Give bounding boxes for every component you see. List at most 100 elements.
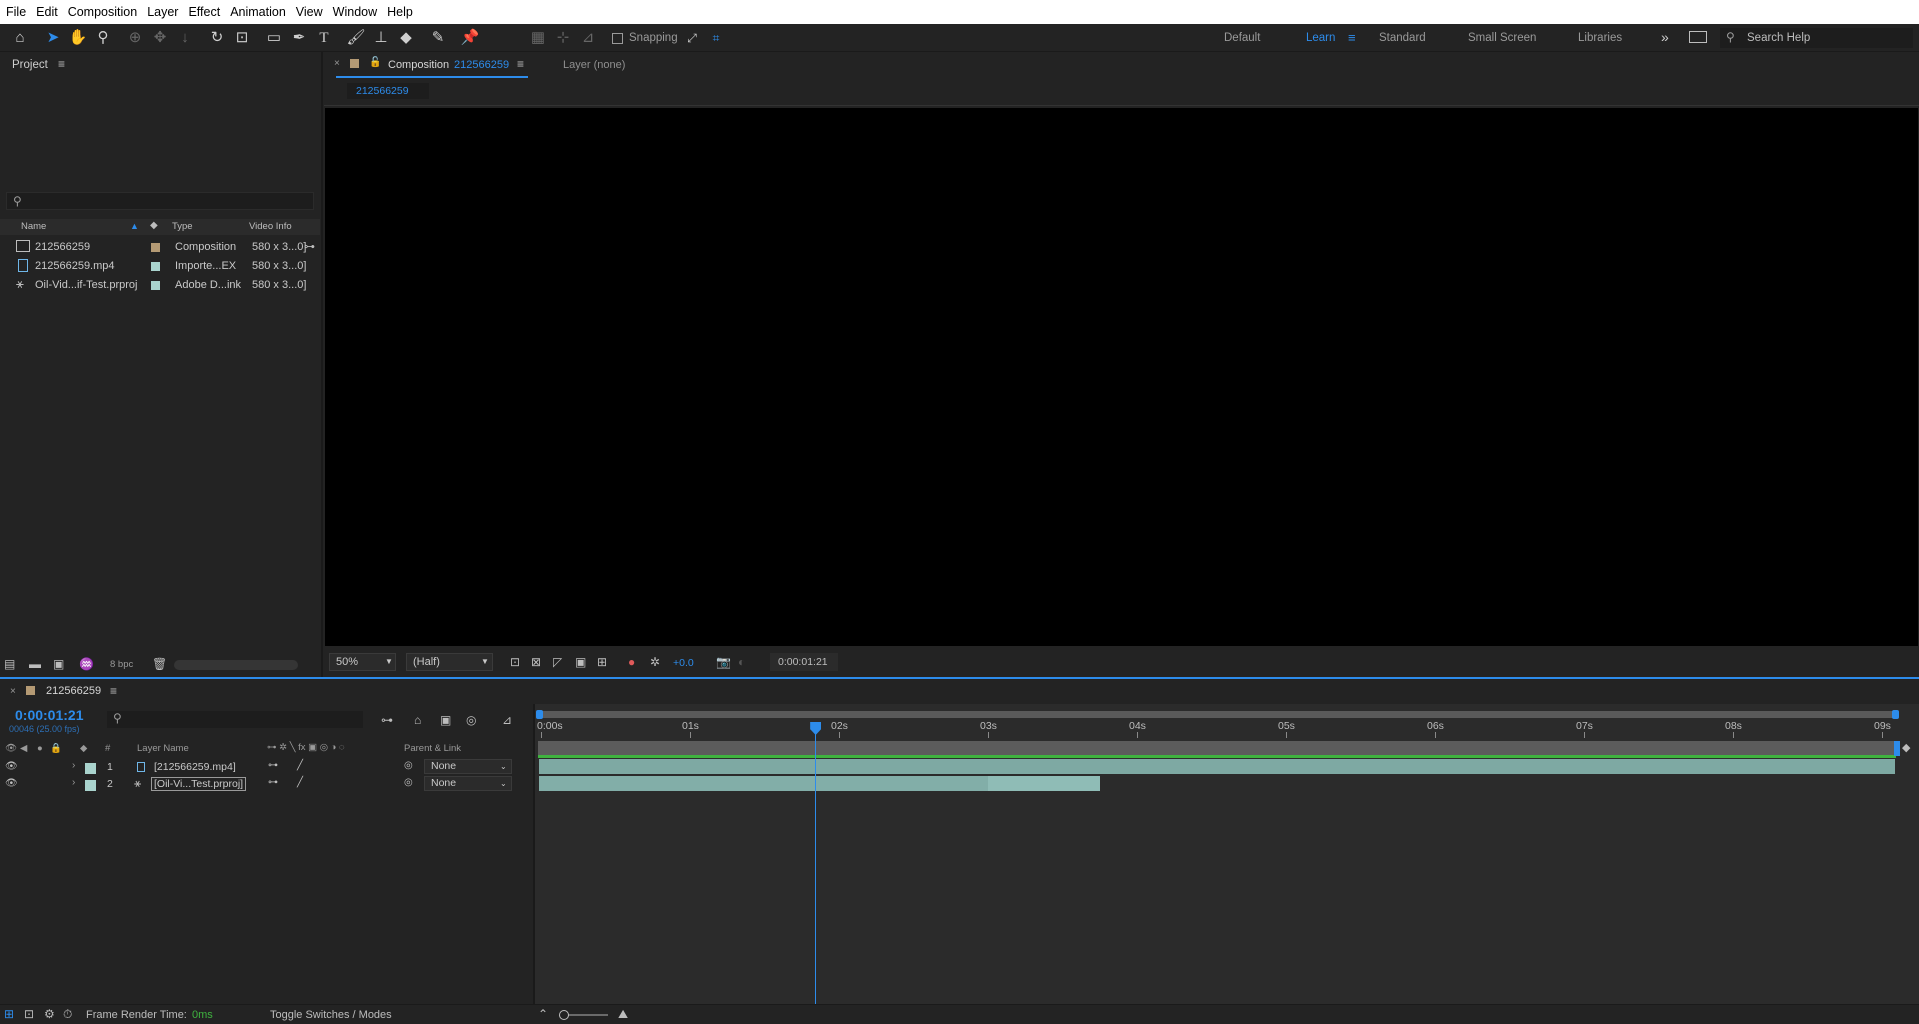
color-channels-icon[interactable]: ● [628,655,635,669]
menu-window[interactable]: Window [333,5,377,19]
search-help-input[interactable]: Search Help [1747,32,1810,44]
layer-name[interactable]: [Oil-Vi...Test.prproj] [151,777,247,791]
workspace-layout-icon[interactable] [1689,31,1707,43]
draft-3d-icon[interactable]: ⌂ [414,713,421,727]
layer-name-header[interactable]: Layer Name [137,743,189,754]
transfer-controls-toggle-icon[interactable]: ⊡ [24,1007,34,1021]
workspace-learn[interactable]: Learn [1306,32,1335,44]
label-color-swatch[interactable] [151,243,160,252]
hand-tool-icon[interactable]: ✋ [68,28,88,48]
layer-switches-toggle-icon[interactable]: ⊞ [4,1007,14,1021]
layer-row[interactable]: 👁 › 1 [212566259.mp4] ⊶ ╱ ◎ None ⌄ [0,759,533,776]
viewer-timecode-display[interactable]: 0:00:01:21 [770,653,838,671]
layer-tab[interactable]: Layer (none) [563,59,625,71]
project-item-row[interactable]: 212566259.mp4 Importe...EX 580 x 3...0] [0,257,320,276]
pickwhip-icon[interactable]: ◎ [404,760,413,771]
thumbnail-scrollbar[interactable] [174,660,298,670]
view-axis-icon[interactable]: ⊿ [578,28,598,48]
graph-editor-icon[interactable]: ⊿ [502,713,512,727]
panel-menu-icon[interactable]: ≡ [58,57,65,71]
composition-viewer[interactable] [325,108,1918,646]
fast-previews-icon[interactable]: ⊡ [510,655,520,669]
show-snapshot-icon[interactable]: ◐ [738,655,745,669]
menu-file[interactable]: File [6,5,26,19]
label-tag-icon[interactable]: ◆ [80,743,87,754]
menu-composition[interactable]: Composition [68,5,137,19]
video-visibility-icon[interactable]: 👁 [5,778,18,789]
snap-edges-icon[interactable]: ⤢ [682,28,702,48]
layer-number-header[interactable]: # [105,743,110,754]
shy-switch-icon[interactable]: ⊶ [268,760,278,771]
trash-icon[interactable]: 🗑 [152,657,167,671]
transparency-grid-icon[interactable]: ⊠ [531,655,541,669]
flowchart-icon[interactable]: ⊶ [304,240,315,253]
zoom-tool-icon[interactable]: ⚲ [93,28,113,48]
exposure-reset-icon[interactable]: ✲ [650,655,660,669]
current-timecode[interactable]: 0:00:01:21 [15,707,84,723]
in-out-toggle-icon[interactable]: ⚙ [44,1007,55,1021]
label-color-swatch[interactable] [85,763,96,774]
lock-icon[interactable]: 🔓 [369,57,381,68]
pickwhip-icon[interactable]: ◎ [404,777,413,788]
project-item-row[interactable]: 212566259 Composition 580 x 3...0] ⊶ [0,238,320,257]
quality-switch-icon[interactable]: ╱ [297,760,303,771]
comp-marker-bin-icon[interactable]: ◆ [1902,741,1910,754]
label-color-swatch[interactable] [85,780,96,791]
menu-help[interactable]: Help [387,5,413,19]
parent-dropdown[interactable]: None ⌄ [424,759,512,774]
shy-switch-icon[interactable]: ⊶ [268,777,278,788]
project-search-input[interactable]: ⚲ [6,192,314,210]
zoom-in-icon[interactable]: ⛰ [618,1007,628,1021]
label-color-swatch[interactable] [151,262,160,271]
expand-arrow-icon[interactable]: › [72,760,75,771]
dolly-tool-icon[interactable]: ↓ [175,28,195,48]
pan-tool-icon[interactable]: ✥ [150,28,170,48]
zoom-slider-thumb[interactable] [559,1010,569,1020]
workspace-default[interactable]: Default [1224,32,1260,44]
new-folder-icon[interactable]: ▬ [29,657,41,671]
new-composition-icon[interactable]: ▣ [53,657,64,671]
more-workspaces-icon[interactable]: » [1661,29,1669,45]
audio-switch-icon[interactable]: ◀ [20,743,27,754]
lock-switch-icon[interactable]: 🔒 [50,743,62,754]
eraser-tool-icon[interactable]: ◆ [396,28,416,48]
resolution-dropdown[interactable]: (Half) ▼ [406,653,493,671]
composition-tab-name[interactable]: 212566259 [454,59,509,71]
home-icon[interactable]: ⌂ [10,28,30,48]
navigator-start-handle[interactable] [536,710,543,719]
timeline-search-input[interactable]: ⚲ [107,711,363,728]
snapping-checkbox[interactable] [612,33,623,44]
video-switch-icon[interactable]: 👁 [5,743,17,754]
column-video-info[interactable]: Video Info [249,221,292,232]
shy-layers-icon[interactable]: ▣ [440,713,451,727]
time-navigator[interactable] [537,711,1897,718]
close-tab-icon[interactable]: × [334,58,340,69]
puppet-pin-icon[interactable]: 📌 [460,28,480,48]
bit-depth-button[interactable]: 8 bpc [110,659,133,670]
work-area-bar[interactable] [538,741,1896,756]
label-color-swatch[interactable] [151,281,160,290]
column-name[interactable]: Name [21,221,46,232]
layer-name[interactable]: [212566259.mp4] [154,761,236,773]
grid-guides-icon[interactable]: ⊞ [597,655,607,669]
close-tab-icon[interactable]: × [10,686,16,697]
magnification-dropdown[interactable]: 50% ▼ [329,653,396,671]
workspace-small-screen[interactable]: Small Screen [1468,32,1536,44]
local-axis-icon[interactable]: ▦ [528,28,548,48]
project-panel-title[interactable]: Project [12,59,48,71]
comp-breadcrumb[interactable]: 212566259 [347,83,429,99]
menu-view[interactable]: View [296,5,323,19]
exposure-value[interactable]: +0.0 [673,657,694,669]
help-search-box[interactable]: ⚲ Search Help [1720,28,1913,48]
panel-menu-icon[interactable]: ≡ [110,684,117,698]
label-tag-icon[interactable]: ◆ [150,220,158,231]
parent-dropdown[interactable]: None ⌄ [424,776,512,791]
clone-stamp-icon[interactable]: ⊥ [371,28,391,48]
render-time-toggle-icon[interactable]: ⏱ [63,1007,72,1021]
zoom-out-icon[interactable]: ⌃ [538,1007,548,1021]
brush-tool-icon[interactable]: 🖌 [346,28,366,48]
workspace-libraries[interactable]: Libraries [1578,32,1622,44]
snapshot-camera-icon[interactable]: 📷 [716,655,731,669]
video-visibility-icon[interactable]: 👁 [5,761,18,772]
composition-tab-label[interactable]: Composition [388,59,449,71]
